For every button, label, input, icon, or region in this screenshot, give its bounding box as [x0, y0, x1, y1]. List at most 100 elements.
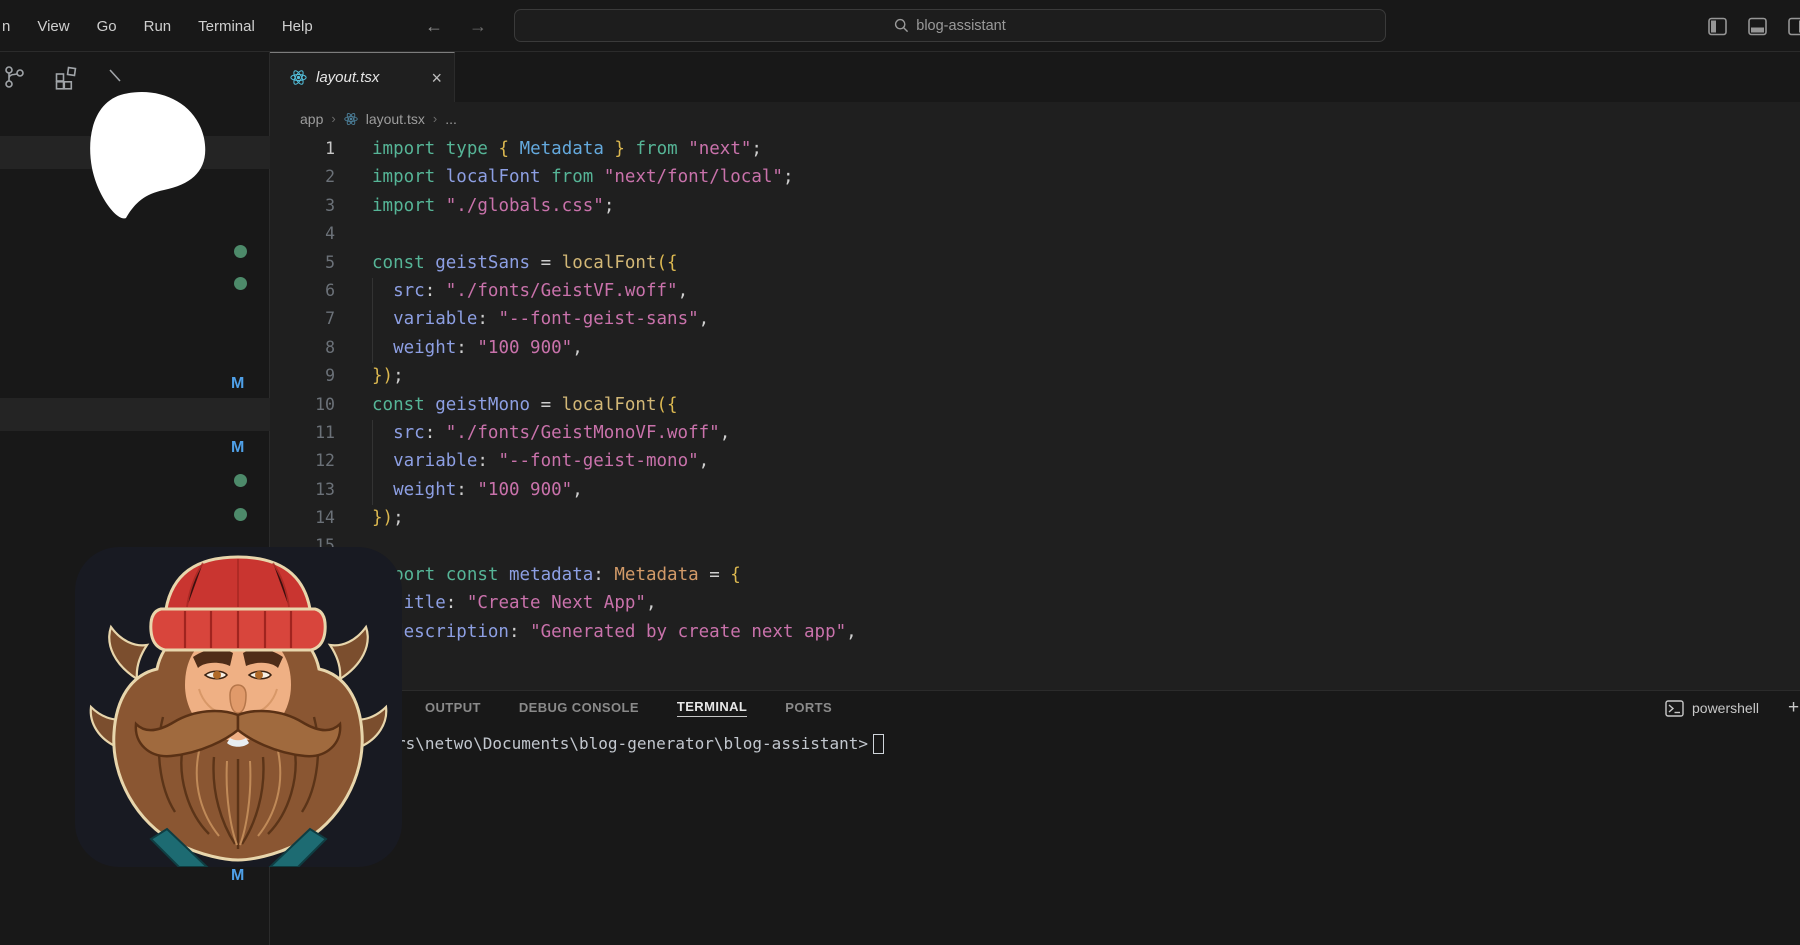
extensions-icon[interactable] [54, 64, 80, 90]
react-atom-icon [344, 112, 358, 126]
breadcrumb-folder[interactable]: app [300, 111, 323, 127]
breadcrumb-file[interactable]: layout.tsx [366, 111, 425, 127]
line-content: variable: "--font-geist-mono", [372, 447, 709, 475]
line-number: 5 [270, 249, 335, 277]
toggle-sidebar-icon[interactable] [1708, 17, 1727, 36]
line-number: 1 [270, 135, 335, 163]
code-line[interactable]: 2import localFont from "next/font/local"… [270, 163, 1800, 191]
git-untracked-dot [234, 508, 247, 521]
search-icon [894, 18, 909, 33]
chevron-right-icon: › [433, 111, 437, 126]
editor-group: layout.tsx × app › layout.tsx › ... 1 imp… [270, 52, 1800, 690]
menu-bar: n View Go Run Terminal Help [2, 0, 313, 52]
code-line[interactable]: 11 src: "./fonts/GeistMonoVF.woff", [270, 419, 1800, 447]
line-content: export const metadata: Metadata = { [372, 561, 741, 589]
line-number: 12 [270, 447, 335, 475]
code-line[interactable]: 1 import type { Metadata } from "next"; [270, 135, 1800, 163]
panel-tab-terminal[interactable]: TERMINAL [677, 699, 747, 717]
line-content: weight: "100 900", [372, 334, 583, 362]
nose [230, 685, 246, 713]
code-line[interactable]: 14}); [270, 504, 1800, 532]
menu-item-selection-partial[interactable]: n [2, 18, 10, 35]
line-content: import localFont from "next/font/local"; [372, 163, 794, 191]
panel-tab-debug-console[interactable]: DEBUG CONSOLE [519, 700, 639, 717]
line-number: 8 [270, 334, 335, 362]
line-content: }); [372, 504, 404, 532]
line-number: 3 [270, 192, 335, 220]
code-line[interactable]: 12 variable: "--font-geist-mono", [270, 447, 1800, 475]
bottom-panel: OUTPUT DEBUG CONSOLE TERMINAL PORTS powe… [270, 690, 1800, 945]
code-line[interactable]: 18 description: "Generated by create nex… [270, 618, 1800, 646]
line-content: weight: "100 900", [372, 476, 583, 504]
code-line[interactable]: 7 variable: "--font-geist-sans", [270, 305, 1800, 333]
line-content: const geistMono = localFont({ [372, 391, 678, 419]
line-number: 13 [270, 476, 335, 504]
menu-item-go[interactable]: Go [97, 18, 117, 35]
back-arrow-icon[interactable]: ← [425, 16, 443, 37]
menu-item-run[interactable]: Run [144, 18, 172, 35]
line-content: src: "./fonts/GeistVF.woff", [372, 277, 688, 305]
git-modified-badge: M [231, 867, 244, 885]
code-line[interactable]: 5 const geistSans = localFont({ [270, 249, 1800, 277]
git-modified-badge: M [231, 439, 244, 457]
code-line[interactable]: 15 [270, 532, 1800, 560]
search-value: blog-assistant [916, 18, 1005, 34]
panel-tab-output[interactable]: OUTPUT [425, 700, 481, 717]
panel-tab-ports[interactable]: PORTS [785, 700, 832, 717]
line-number: 14 [270, 504, 335, 532]
tab-bar: layout.tsx × [270, 52, 1800, 102]
line-content: const geistSans = localFont({ [372, 249, 678, 277]
tab-layout-tsx[interactable]: layout.tsx × [270, 52, 455, 102]
command-center-search[interactable]: blog-assistant [514, 9, 1386, 42]
white-blob-overlay [84, 86, 212, 222]
terminal-prompt-icon [1665, 700, 1684, 717]
code-line[interactable]: 17 title: "Create Next App", [270, 589, 1800, 617]
terminal-content[interactable]: rs\netwo\Documents\blog-generator\blog-a… [396, 732, 884, 756]
line-content: import type { Metadata } from "next"; [372, 135, 762, 163]
code-line[interactable]: 6 src: "./fonts/GeistVF.woff", [270, 277, 1800, 305]
code-editor[interactable]: 1 import type { Metadata } from "next";2i… [270, 135, 1800, 690]
menu-item-view[interactable]: View [37, 18, 69, 35]
code-line[interactable]: 13 weight: "100 900", [270, 476, 1800, 504]
history-nav: ← → [425, 0, 487, 52]
toggle-secondary-sidebar-icon[interactable] [1788, 17, 1800, 36]
react-atom-icon [290, 69, 307, 86]
line-content: }); [372, 362, 404, 390]
menu-item-terminal[interactable]: Terminal [198, 18, 255, 35]
lumberjack-avatar-image [75, 547, 402, 867]
terminal-shell-selector[interactable]: powershell [1665, 691, 1759, 725]
breadcrumb-symbol-more[interactable]: ... [445, 111, 457, 127]
beaker-icon-partial[interactable] [108, 67, 124, 87]
line-number: 4 [270, 220, 335, 248]
panel-tab-bar: OUTPUT DEBUG CONSOLE TERMINAL PORTS [425, 691, 832, 725]
breadcrumb: app › layout.tsx › ... [270, 102, 1800, 135]
close-icon[interactable]: × [431, 69, 442, 87]
menu-item-help[interactable]: Help [282, 18, 313, 35]
code-line[interactable]: 16export const metadata: Metadata = { [270, 561, 1800, 589]
code-line[interactable]: 9}); [270, 362, 1800, 390]
forward-arrow-icon[interactable]: → [469, 16, 487, 37]
layout-controls [1708, 0, 1800, 52]
title-bar: n View Go Run Terminal Help ← → blog-ass… [0, 0, 1800, 52]
line-content: description: "Generated by create next a… [372, 618, 857, 646]
scm-list-row[interactable] [0, 398, 270, 431]
toggle-panel-icon[interactable] [1748, 17, 1767, 36]
terminal-cursor [873, 734, 884, 754]
code-line[interactable]: 4 [270, 220, 1800, 248]
new-terminal-button[interactable]: + [1788, 691, 1799, 725]
line-number: 6 [270, 277, 335, 305]
git-untracked-dot [234, 474, 247, 487]
line-content: src: "./fonts/GeistMonoVF.woff", [372, 419, 730, 447]
git-untracked-dot [234, 277, 247, 290]
code-line[interactable]: 3import "./globals.css"; [270, 192, 1800, 220]
vscode-window: n View Go Run Terminal Help ← → blog-ass… [0, 0, 1800, 945]
git-modified-badge: M [231, 375, 244, 393]
code-line[interactable]: 8 weight: "100 900", [270, 334, 1800, 362]
line-number: 9 [270, 362, 335, 390]
code-lines: 1 import type { Metadata } from "next";2i… [270, 135, 1800, 646]
terminal-prompt-text: rs\netwo\Documents\blog-generator\blog-a… [396, 732, 868, 756]
line-content: variable: "--font-geist-sans", [372, 305, 709, 333]
line-content: title: "Create Next App", [372, 589, 657, 617]
code-line[interactable]: 10const geistMono = localFont({ [270, 391, 1800, 419]
git-branch-icon[interactable] [4, 64, 26, 90]
